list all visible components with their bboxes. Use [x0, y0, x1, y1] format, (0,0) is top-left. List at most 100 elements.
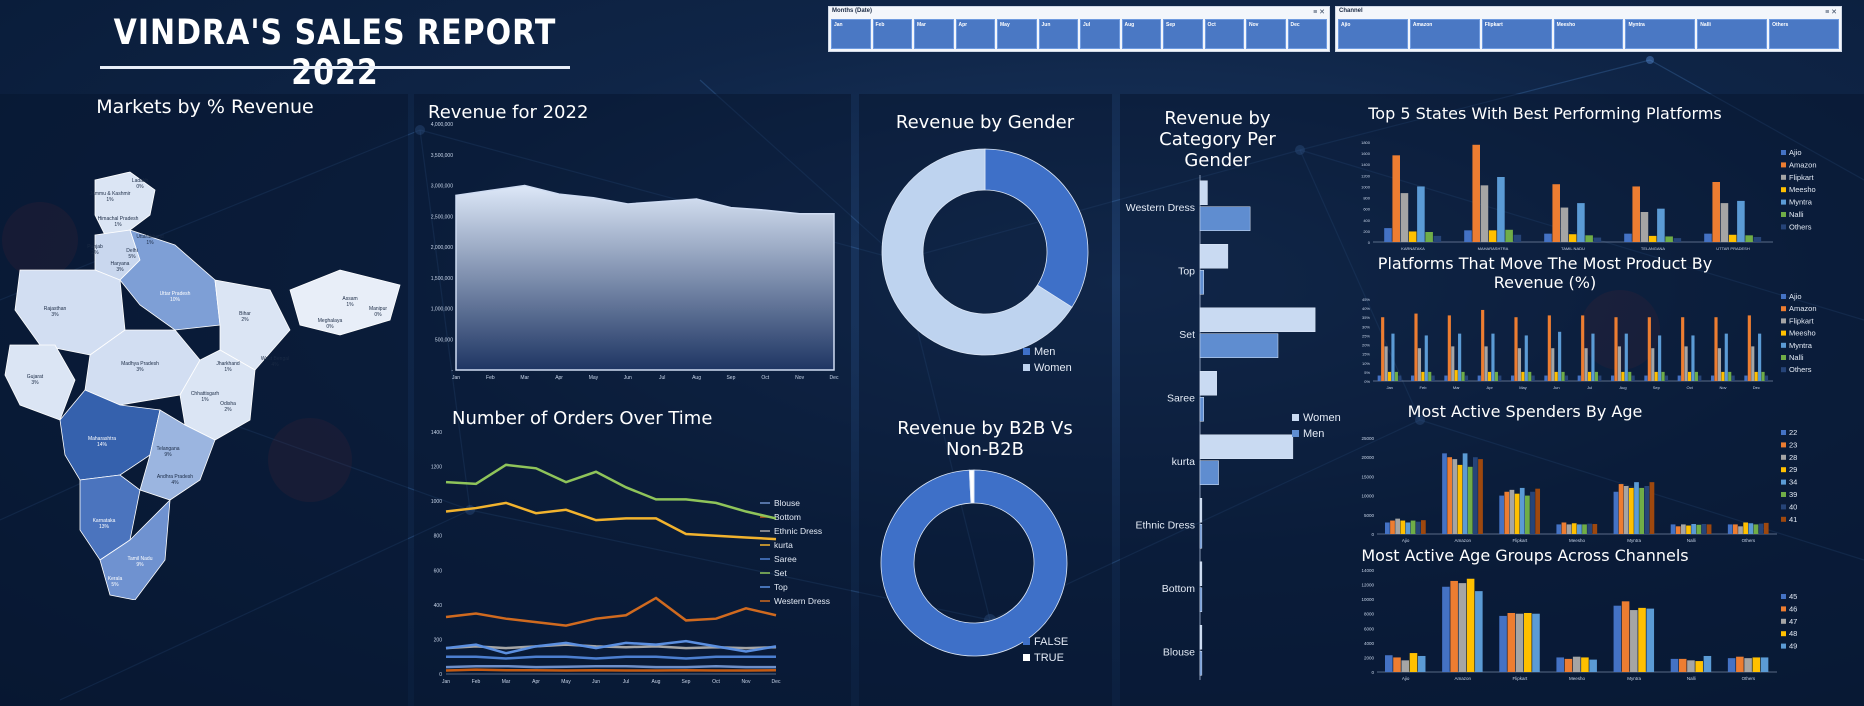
month-button-sep[interactable]: Sep	[1163, 19, 1203, 49]
orders-line-set	[445, 463, 777, 520]
months-slicer[interactable]: Months (Date) ≡ ✕ Jan Feb Mar Apr May Jun Jul A…	[828, 6, 1330, 52]
legend-label-false: FALSE	[1034, 636, 1068, 648]
bar-ajio-maharashtra	[1464, 230, 1472, 242]
month-button-nov[interactable]: Nov	[1246, 19, 1286, 49]
bar-28-myntra	[1623, 486, 1629, 534]
bar-women-blouse	[1199, 625, 1203, 650]
x-tick-label: Mar	[502, 679, 511, 684]
bar-women-set	[1199, 307, 1316, 332]
x-tick-label: TELANGANA	[1641, 246, 1666, 251]
title-underline	[100, 66, 570, 69]
bar-46-meesho	[1564, 658, 1573, 672]
bar-myntra-telangana	[1657, 208, 1665, 242]
channel-slicer[interactable]: Channel ≡ ✕ Ajio Amazon Flipkart Meesho Mynt…	[1335, 6, 1842, 52]
legend-label-amazon: Amazon	[1789, 160, 1817, 169]
y-tick-label: 1400	[1361, 162, 1371, 167]
legend-swatch-ajio	[1781, 294, 1786, 299]
legend-swatch-28	[1781, 454, 1786, 460]
month-button-may[interactable]: May	[997, 19, 1037, 49]
x-tick-label: Nov	[1719, 385, 1726, 390]
orders-line-western-dress	[445, 596, 777, 627]
bar-23-ajio	[1390, 520, 1395, 534]
y-tick-label: 8000	[1364, 612, 1375, 617]
bar-flipkart-maharashtra	[1480, 185, 1489, 242]
x-tick-label: Jun	[1553, 385, 1559, 390]
x-tick-label: May	[561, 679, 571, 684]
x-tick-label: Amazon	[1454, 538, 1471, 543]
bar-others-nov	[1731, 375, 1735, 381]
legend-label-39: 39	[1789, 490, 1797, 499]
legend-label-women: Women	[1303, 412, 1341, 424]
bar-39-others	[1753, 524, 1759, 534]
revenue-area	[455, 184, 835, 371]
map-pct-kerala: 5%	[111, 582, 119, 588]
bar-ajio-apr	[1477, 375, 1481, 381]
bar-34-nalli	[1691, 524, 1697, 534]
bar-41-myntra	[1649, 482, 1655, 534]
channel-button-amazon[interactable]: Amazon	[1409, 19, 1480, 49]
bar-myntra-uttar-pradesh	[1737, 200, 1745, 242]
y-tick-label: 1400	[431, 430, 442, 436]
legend-label-49: 49	[1789, 642, 1797, 651]
month-button-oct[interactable]: Oct	[1204, 19, 1244, 49]
x-tick-label: Jul	[659, 375, 665, 381]
y-tick-label: 14000	[1361, 568, 1374, 573]
bar-amazon-telangana	[1632, 186, 1640, 242]
legend-label-47: 47	[1789, 617, 1797, 626]
bar-nalli-jul	[1594, 371, 1598, 381]
channel-button-nalli[interactable]: Nalli	[1697, 19, 1768, 49]
y-tick-label: 1,000,000	[431, 307, 453, 313]
y-tick-label: 10000	[1361, 494, 1374, 499]
map-pct-meghalaya: 0%	[326, 324, 334, 330]
bar-meesho-uttar-pradesh	[1728, 234, 1737, 242]
y-tick-label: 1000	[431, 499, 442, 505]
month-button-dec[interactable]: Dec	[1287, 19, 1327, 49]
channel-button-flipkart[interactable]: Flipkart	[1481, 19, 1552, 49]
x-tick-label: Dec	[1753, 385, 1760, 390]
month-button-feb[interactable]: Feb	[872, 19, 912, 49]
month-button-mar[interactable]: Mar	[914, 19, 954, 49]
bar-29-flipkart	[1514, 493, 1520, 534]
y-tick-label: 500,000	[435, 337, 453, 343]
map-pct-uttarakhand: 1%	[146, 240, 154, 246]
legend-label-blouse: Blouse	[774, 498, 800, 508]
month-button-jun[interactable]: Jun	[1038, 19, 1078, 49]
bar-ajio-uttar-pradesh	[1704, 233, 1712, 242]
bar-45-amazon	[1442, 586, 1450, 672]
channel-button-myntra[interactable]: Myntra	[1625, 19, 1696, 49]
channel-button-others[interactable]: Others	[1769, 19, 1840, 49]
x-tick-label: Sep	[1653, 385, 1661, 390]
bar-men-western-dress	[1199, 206, 1251, 231]
x-tick-label: Nov	[795, 375, 804, 381]
bar-48-flipkart	[1523, 612, 1532, 672]
x-tick-label: Flipkart	[1512, 676, 1528, 681]
channel-button-ajio[interactable]: Ajio	[1338, 19, 1408, 49]
bar-39-ajio	[1410, 520, 1416, 534]
bar-others-maharashtra	[1513, 234, 1522, 242]
bar-23-myntra	[1618, 484, 1624, 534]
month-button-aug[interactable]: Aug	[1121, 19, 1161, 49]
bar-ajio-tamil-nadu	[1544, 233, 1552, 242]
bar-22-nalli	[1670, 524, 1676, 534]
x-tick-label: Myntra	[1627, 538, 1641, 543]
bar-myntra-feb	[1424, 335, 1428, 381]
month-button-jul[interactable]: Jul	[1080, 19, 1120, 49]
channel-slicer-header: Channel	[1339, 8, 1363, 14]
month-button-jan[interactable]: Jan	[831, 19, 871, 49]
slicer-clear-filter-icon[interactable]: ≡ ✕	[1313, 8, 1325, 16]
bar-flipkart-mar	[1451, 346, 1455, 381]
map-pct-west-bengal: 4%	[271, 362, 279, 368]
bar-40-nalli	[1701, 524, 1707, 534]
bar-41-meesho	[1592, 524, 1598, 534]
category-label-ethnic-dress: Ethnic Dress	[1135, 519, 1195, 531]
bar-nalli-apr	[1494, 371, 1498, 381]
orders-line-bottom	[445, 668, 777, 672]
channel-button-meesho[interactable]: Meesho	[1553, 19, 1624, 49]
slicer-clear-filter-icon[interactable]: ≡ ✕	[1825, 8, 1837, 16]
bar-ajio-sep	[1644, 375, 1648, 381]
month-button-apr[interactable]: Apr	[955, 19, 995, 49]
bar-nalli-jun	[1561, 371, 1565, 381]
bar-28-meesho	[1566, 524, 1572, 534]
bar-34-ajio	[1405, 522, 1411, 534]
bar-meesho-telangana	[1648, 235, 1657, 242]
